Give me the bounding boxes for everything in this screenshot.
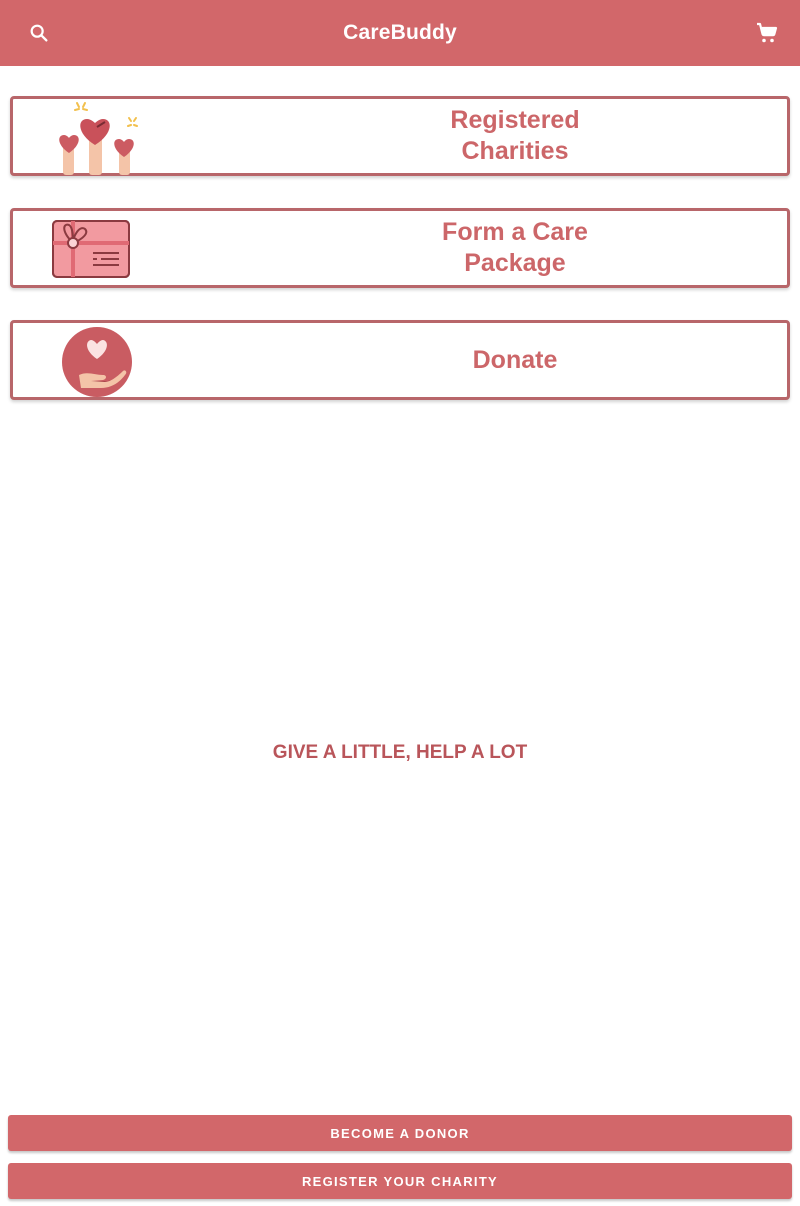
register-charity-button[interactable]: REGISTER YOUR CHARITY [8,1163,792,1199]
registered-charities-label: Registered Charities [303,99,727,173]
heart-in-hand-icon [49,325,139,399]
card-label-line2: Package [464,249,566,277]
shopping-cart-icon[interactable] [750,16,784,50]
become-donor-button[interactable]: BECOME A DONOR [8,1115,792,1151]
card-label-line2: Charities [461,137,569,165]
gift-package-icon [49,213,139,287]
form-care-package-card[interactable]: Form a Care Package [10,208,790,288]
form-care-package-label: Form a Care Package [303,211,727,285]
registered-charities-card[interactable]: Registered Charities [10,96,790,176]
app-title: CareBuddy [343,21,457,44]
search-icon[interactable] [22,16,56,50]
app-bar: CareBuddy [0,0,800,66]
tagline: GIVE A LITTLE, HELP A LOT [272,742,528,763]
donate-label: Donate [303,323,727,397]
card-label-line1: Registered [450,106,580,134]
donate-card[interactable]: Donate [10,320,790,400]
card-label-line1: Donate [472,345,558,374]
card-label-line1: Form a Care [442,218,588,246]
app-screen: CareBuddy Registered Charities Form a Ca… [0,0,800,1206]
raised-hands-hearts-icon [49,101,139,175]
